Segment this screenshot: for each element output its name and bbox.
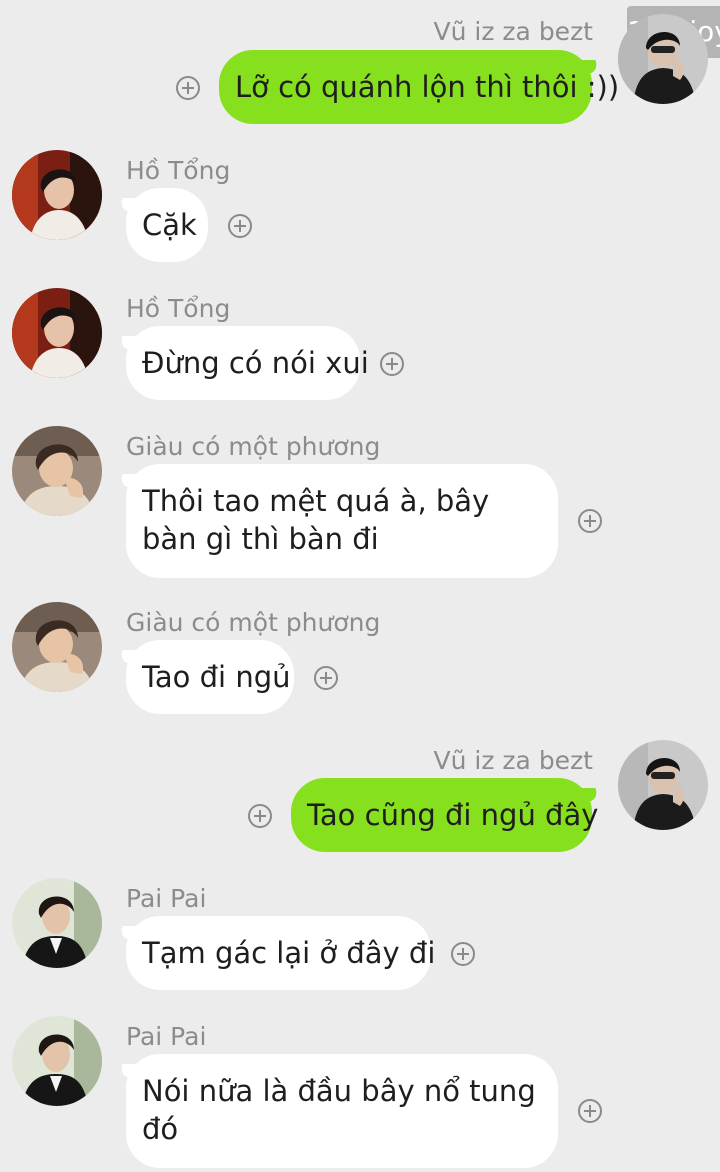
chat-list[interactable]: 110 joy Vũ iz za bezt Lỡ có quánh lộn th… xyxy=(0,0,720,1172)
avatar-red-background-icon[interactable] xyxy=(12,150,102,240)
message-bubble[interactable]: Đừng có nói xui xyxy=(126,326,369,400)
add-reaction-icon[interactable] xyxy=(451,942,475,966)
message-bubble[interactable]: Lỡ có quánh lộn thì thôi :)) xyxy=(219,50,619,124)
add-reaction-icon[interactable] xyxy=(176,76,200,100)
message-bubble[interactable]: Thôi tao mệt quá à, bây bàn gì thì bàn đ… xyxy=(126,464,558,578)
avatar-dark-jacket-icon[interactable] xyxy=(618,740,708,830)
message-bubble[interactable]: Tạm gác lại ở đây đi xyxy=(126,916,435,990)
add-reaction-icon[interactable] xyxy=(248,804,272,828)
add-reaction-icon[interactable] xyxy=(578,1099,602,1123)
avatar-dark-jacket-icon[interactable] xyxy=(618,14,708,104)
sender-name: Hồ Tổng xyxy=(126,156,231,185)
avatar-hand-on-cheek-icon[interactable] xyxy=(12,602,102,692)
add-reaction-icon[interactable] xyxy=(380,352,404,376)
message-bubble[interactable]: Cặk xyxy=(126,188,208,262)
add-reaction-icon[interactable] xyxy=(578,509,602,533)
sender-name: Vũ iz za bezt xyxy=(433,746,593,775)
add-reaction-icon[interactable] xyxy=(228,214,252,238)
sender-name: Pai Pai xyxy=(126,884,207,913)
sender-name: Vũ iz za bezt xyxy=(433,17,593,46)
sender-name: Giàu có một phương xyxy=(126,432,381,461)
avatar-black-jacket-icon[interactable] xyxy=(12,878,102,968)
sender-name: Hồ Tổng xyxy=(126,294,231,323)
sender-name: Giàu có một phương xyxy=(126,608,381,637)
message-bubble[interactable]: Tao đi ngủ xyxy=(126,640,294,714)
avatar-hand-on-cheek-icon[interactable] xyxy=(12,426,102,516)
message-bubble[interactable]: Tao cũng đi ngủ đây xyxy=(291,778,598,852)
avatar-black-jacket-icon[interactable] xyxy=(12,1016,102,1106)
add-reaction-icon[interactable] xyxy=(314,666,338,690)
message-bubble[interactable]: Nói nữa là đầu bây nổ tung đó xyxy=(126,1054,558,1168)
avatar-red-background-icon[interactable] xyxy=(12,288,102,378)
sender-name: Pai Pai xyxy=(126,1022,207,1051)
